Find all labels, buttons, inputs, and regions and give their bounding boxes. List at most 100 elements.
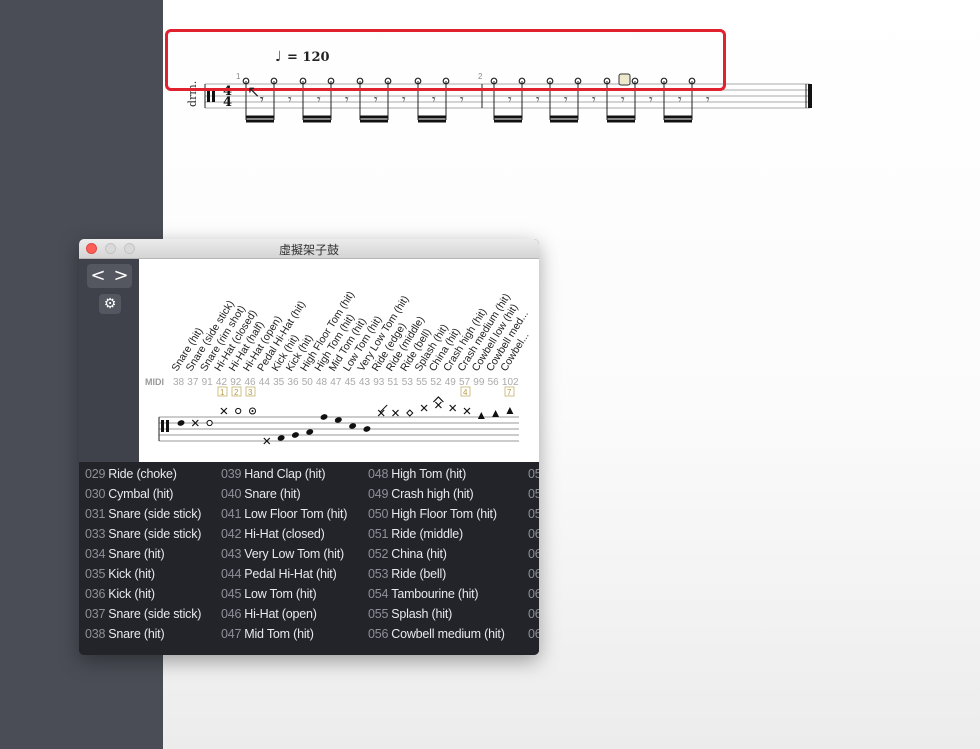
list-item-clipped[interactable]: 06: [528, 584, 539, 604]
list-item[interactable]: 052 China (hit): [368, 544, 505, 564]
list-item-name: Snare (side stick): [108, 527, 202, 541]
list-item-name: High Tom (hit): [391, 467, 467, 481]
list-item-name: Kick (hit): [108, 587, 155, 601]
list-item-name: Cowbell medium (hit): [391, 627, 505, 641]
list-item-number: 055: [368, 607, 389, 621]
list-item[interactable]: 041 Low Floor Tom (hit): [221, 504, 347, 524]
midi-number: 36: [287, 377, 299, 388]
eighth-rest: 𝄾: [536, 92, 540, 108]
list-item-name: Mid Tom (hit): [244, 627, 314, 641]
list-item-number: 048: [368, 467, 389, 481]
eighth-rest: 𝄾: [402, 92, 406, 108]
gear-icon[interactable]: ⚙: [99, 294, 121, 314]
list-item-name: Hi-Hat (closed): [244, 527, 325, 541]
list-item-number: 029: [85, 467, 106, 481]
list-item[interactable]: 056 Cowbell medium (hit): [368, 624, 505, 644]
key-notehead-open: [206, 419, 213, 427]
midi-number: 102: [502, 377, 519, 388]
list-item-clipped[interactable]: 06: [528, 624, 539, 644]
list-item[interactable]: 044 Pedal Hi-Hat (hit): [221, 564, 347, 584]
list-item[interactable]: 055 Splash (hit): [368, 604, 505, 624]
list-item-name: Snare (hit): [244, 487, 301, 501]
list-item[interactable]: 040 Snare (hit): [221, 484, 347, 504]
list-item[interactable]: 036 Kick (hit): [85, 584, 201, 604]
virtual-drumkit-window: 虛擬架子鼓 < > ⚙ MIDI Snare (hit) Snare (side …: [79, 239, 539, 655]
list-item[interactable]: 050 High Floor Tom (hit): [368, 504, 505, 524]
finger-marker: 7: [507, 388, 512, 397]
percussion-clef: [212, 90, 215, 102]
eighth-rest: 𝄾: [288, 92, 292, 108]
list-item-number: 040: [221, 487, 242, 501]
eighth-rest: 𝄾: [649, 92, 653, 108]
list-item-name: Pedal Hi-Hat (hit): [244, 567, 337, 581]
list-item[interactable]: 034 Snare (hit): [85, 544, 201, 564]
list-item-name: Cymbal (hit): [108, 487, 174, 501]
list-item-name: Low Floor Tom (hit): [244, 507, 348, 521]
list-item-clipped[interactable]: 05: [528, 484, 539, 504]
list-item[interactable]: 043 Very Low Tom (hit): [221, 544, 347, 564]
list-item-clipped[interactable]: 06: [528, 564, 539, 584]
list-item-name: Ride (choke): [108, 467, 177, 481]
list-item-clipped[interactable]: 05: [528, 464, 539, 484]
list-item-number: 039: [221, 467, 242, 481]
list-item[interactable]: 046 Hi-Hat (open): [221, 604, 347, 624]
next-page-button[interactable]: >: [110, 264, 132, 288]
list-item[interactable]: 033 Snare (side stick): [85, 524, 201, 544]
list-item-number: 044: [221, 567, 242, 581]
list-item-clipped[interactable]: 05: [528, 504, 539, 524]
midi-number: 49: [445, 377, 457, 388]
list-item-clipped[interactable]: 06: [528, 604, 539, 624]
list-item[interactable]: 048 High Tom (hit): [368, 464, 505, 484]
key-percussion-clef: [161, 420, 164, 432]
list-column-clipped: 05 05 05 06 06 06 06 06 06: [528, 464, 539, 644]
window-titlebar[interactable]: 虛擬架子鼓: [79, 239, 539, 259]
window-title: 虛擬架子鼓: [278, 243, 339, 257]
list-item-name: Ride (bell): [391, 567, 447, 581]
list-column: 048 High Tom (hit) 049 Crash high (hit) 050 H…: [368, 464, 505, 644]
previous-page-button[interactable]: <: [87, 264, 109, 288]
list-item[interactable]: 054 Tambourine (hit): [368, 584, 505, 604]
midi-number: 50: [302, 377, 314, 388]
midi-number: 56: [488, 377, 500, 388]
list-item-name: Crash high (hit): [391, 487, 474, 501]
list-item[interactable]: 047 Mid Tom (hit): [221, 624, 347, 644]
midi-number: 92: [230, 377, 242, 388]
eighth-rest: 𝄾: [564, 92, 568, 108]
list-item[interactable]: 053 Ride (bell): [368, 564, 505, 584]
list-item[interactable]: 037 Snare (side stick): [85, 604, 201, 624]
list-item[interactable]: 045 Low Tom (hit): [221, 584, 347, 604]
instrument-headers: Snare (hit)Snare (side stick)Snare (rim …: [169, 289, 531, 373]
list-item-clipped[interactable]: 06: [528, 544, 539, 564]
list-item[interactable]: 049 Crash high (hit): [368, 484, 505, 504]
list-item-name: Snare (side stick): [108, 607, 202, 621]
time-signature-bottom: 4: [223, 95, 232, 110]
list-item-number: 034: [85, 547, 106, 561]
list-item[interactable]: 051 Ride (middle): [368, 524, 505, 544]
eighth-rest: 𝄾: [345, 92, 349, 108]
list-item[interactable]: 042 Hi-Hat (closed): [221, 524, 347, 544]
list-item[interactable]: 031 Snare (side stick): [85, 504, 201, 524]
drum-key-svg: MIDI Snare (hit)Snare (side stick)Snare …: [145, 289, 532, 445]
key-notehead-triangle: [506, 407, 514, 414]
list-item-number: 036: [85, 587, 106, 601]
key-notehead: [363, 426, 371, 432]
list-item-name: Very Low Tom (hit): [244, 547, 344, 561]
list-item-number: 047: [221, 627, 242, 641]
key-notehead-dot: [251, 410, 254, 412]
midi-instrument-list: 029 Ride (choke) 030 Cymbal (hit) 031 Snare (…: [79, 462, 539, 655]
list-item-number: 056: [368, 627, 389, 641]
drumkit-toolbar: < > ⚙: [79, 259, 139, 462]
list-item[interactable]: 030 Cymbal (hit): [85, 484, 201, 504]
percussion-clef: [207, 90, 210, 102]
list-item[interactable]: 039 Hand Clap (hit): [221, 464, 347, 484]
list-item[interactable]: 038 Snare (hit): [85, 624, 201, 644]
list-item[interactable]: 035 Kick (hit): [85, 564, 201, 584]
eighth-rest: 𝄾: [621, 92, 625, 108]
drum-notation-key: MIDI Snare (hit) Snare (side stick) Snare …: [139, 259, 539, 462]
list-item-clipped[interactable]: 06: [528, 524, 539, 544]
eighth-rest: 𝄾: [508, 92, 512, 108]
eighth-rest: 𝄾: [678, 92, 682, 108]
list-item-number: 050: [368, 507, 389, 521]
list-item[interactable]: 029 Ride (choke): [85, 464, 201, 484]
list-item-number: 053: [368, 567, 389, 581]
